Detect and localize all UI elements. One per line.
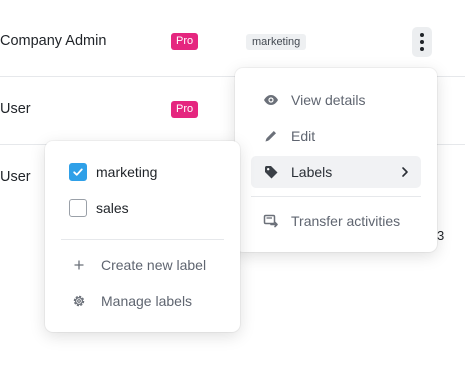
label-option-marketing[interactable]: marketing <box>69 161 224 183</box>
menu-item-label: Edit <box>291 128 316 144</box>
unchecked-checkbox[interactable] <box>69 199 87 217</box>
labels-submenu: marketing sales Create new label Manage … <box>45 141 240 332</box>
plus-icon <box>71 257 87 273</box>
checked-checkbox[interactable] <box>69 163 87 181</box>
menu-divider <box>251 196 421 197</box>
label-option-sales[interactable]: sales <box>69 197 224 219</box>
kebab-dot <box>420 40 424 44</box>
gear-icon <box>71 293 87 309</box>
label-name: sales <box>96 200 129 216</box>
role-cell: Company Admin <box>0 33 107 49</box>
checkmark-icon <box>73 168 83 176</box>
eye-icon <box>261 90 281 110</box>
pro-plan-badge: Pro <box>171 33 199 50</box>
create-new-label-button[interactable]: Create new label <box>71 254 224 276</box>
edit-menu-item[interactable]: Edit <box>251 120 421 152</box>
menu-item-label: View details <box>291 92 366 108</box>
menu-item-label: Transfer activities <box>291 213 401 229</box>
view-details-menu-item[interactable]: View details <box>251 84 421 116</box>
pencil-icon <box>261 126 281 146</box>
row-actions-menu: View details Edit Labels Transfer activi… <box>235 68 437 252</box>
labels-menu-item[interactable]: Labels <box>251 156 421 188</box>
menu-item-label: Labels <box>291 164 333 180</box>
pro-plan-badge: Pro <box>171 101 199 118</box>
role-cell: User <box>0 169 31 185</box>
users-table-view: Company Admin Pro marketing User Pro Use… <box>0 0 465 379</box>
tag-icon <box>261 162 281 182</box>
table-row: Company Admin Pro marketing <box>0 9 465 77</box>
action-label: Manage labels <box>101 293 193 309</box>
chevron-right-icon <box>397 164 413 180</box>
role-cell: User <box>0 101 31 117</box>
label-tag-chip: marketing <box>246 34 307 50</box>
partially-hidden-cell-text: 3 <box>437 228 445 243</box>
kebab-dot <box>420 47 424 51</box>
label-name: marketing <box>96 164 158 180</box>
action-label: Create new label <box>101 257 207 273</box>
transfer-icon <box>261 211 281 231</box>
transfer-activities-menu-item[interactable]: Transfer activities <box>251 205 421 237</box>
row-actions-kebab-button[interactable] <box>412 27 432 57</box>
kebab-dot <box>420 33 424 37</box>
menu-divider <box>61 239 224 240</box>
manage-labels-button[interactable]: Manage labels <box>71 290 224 312</box>
